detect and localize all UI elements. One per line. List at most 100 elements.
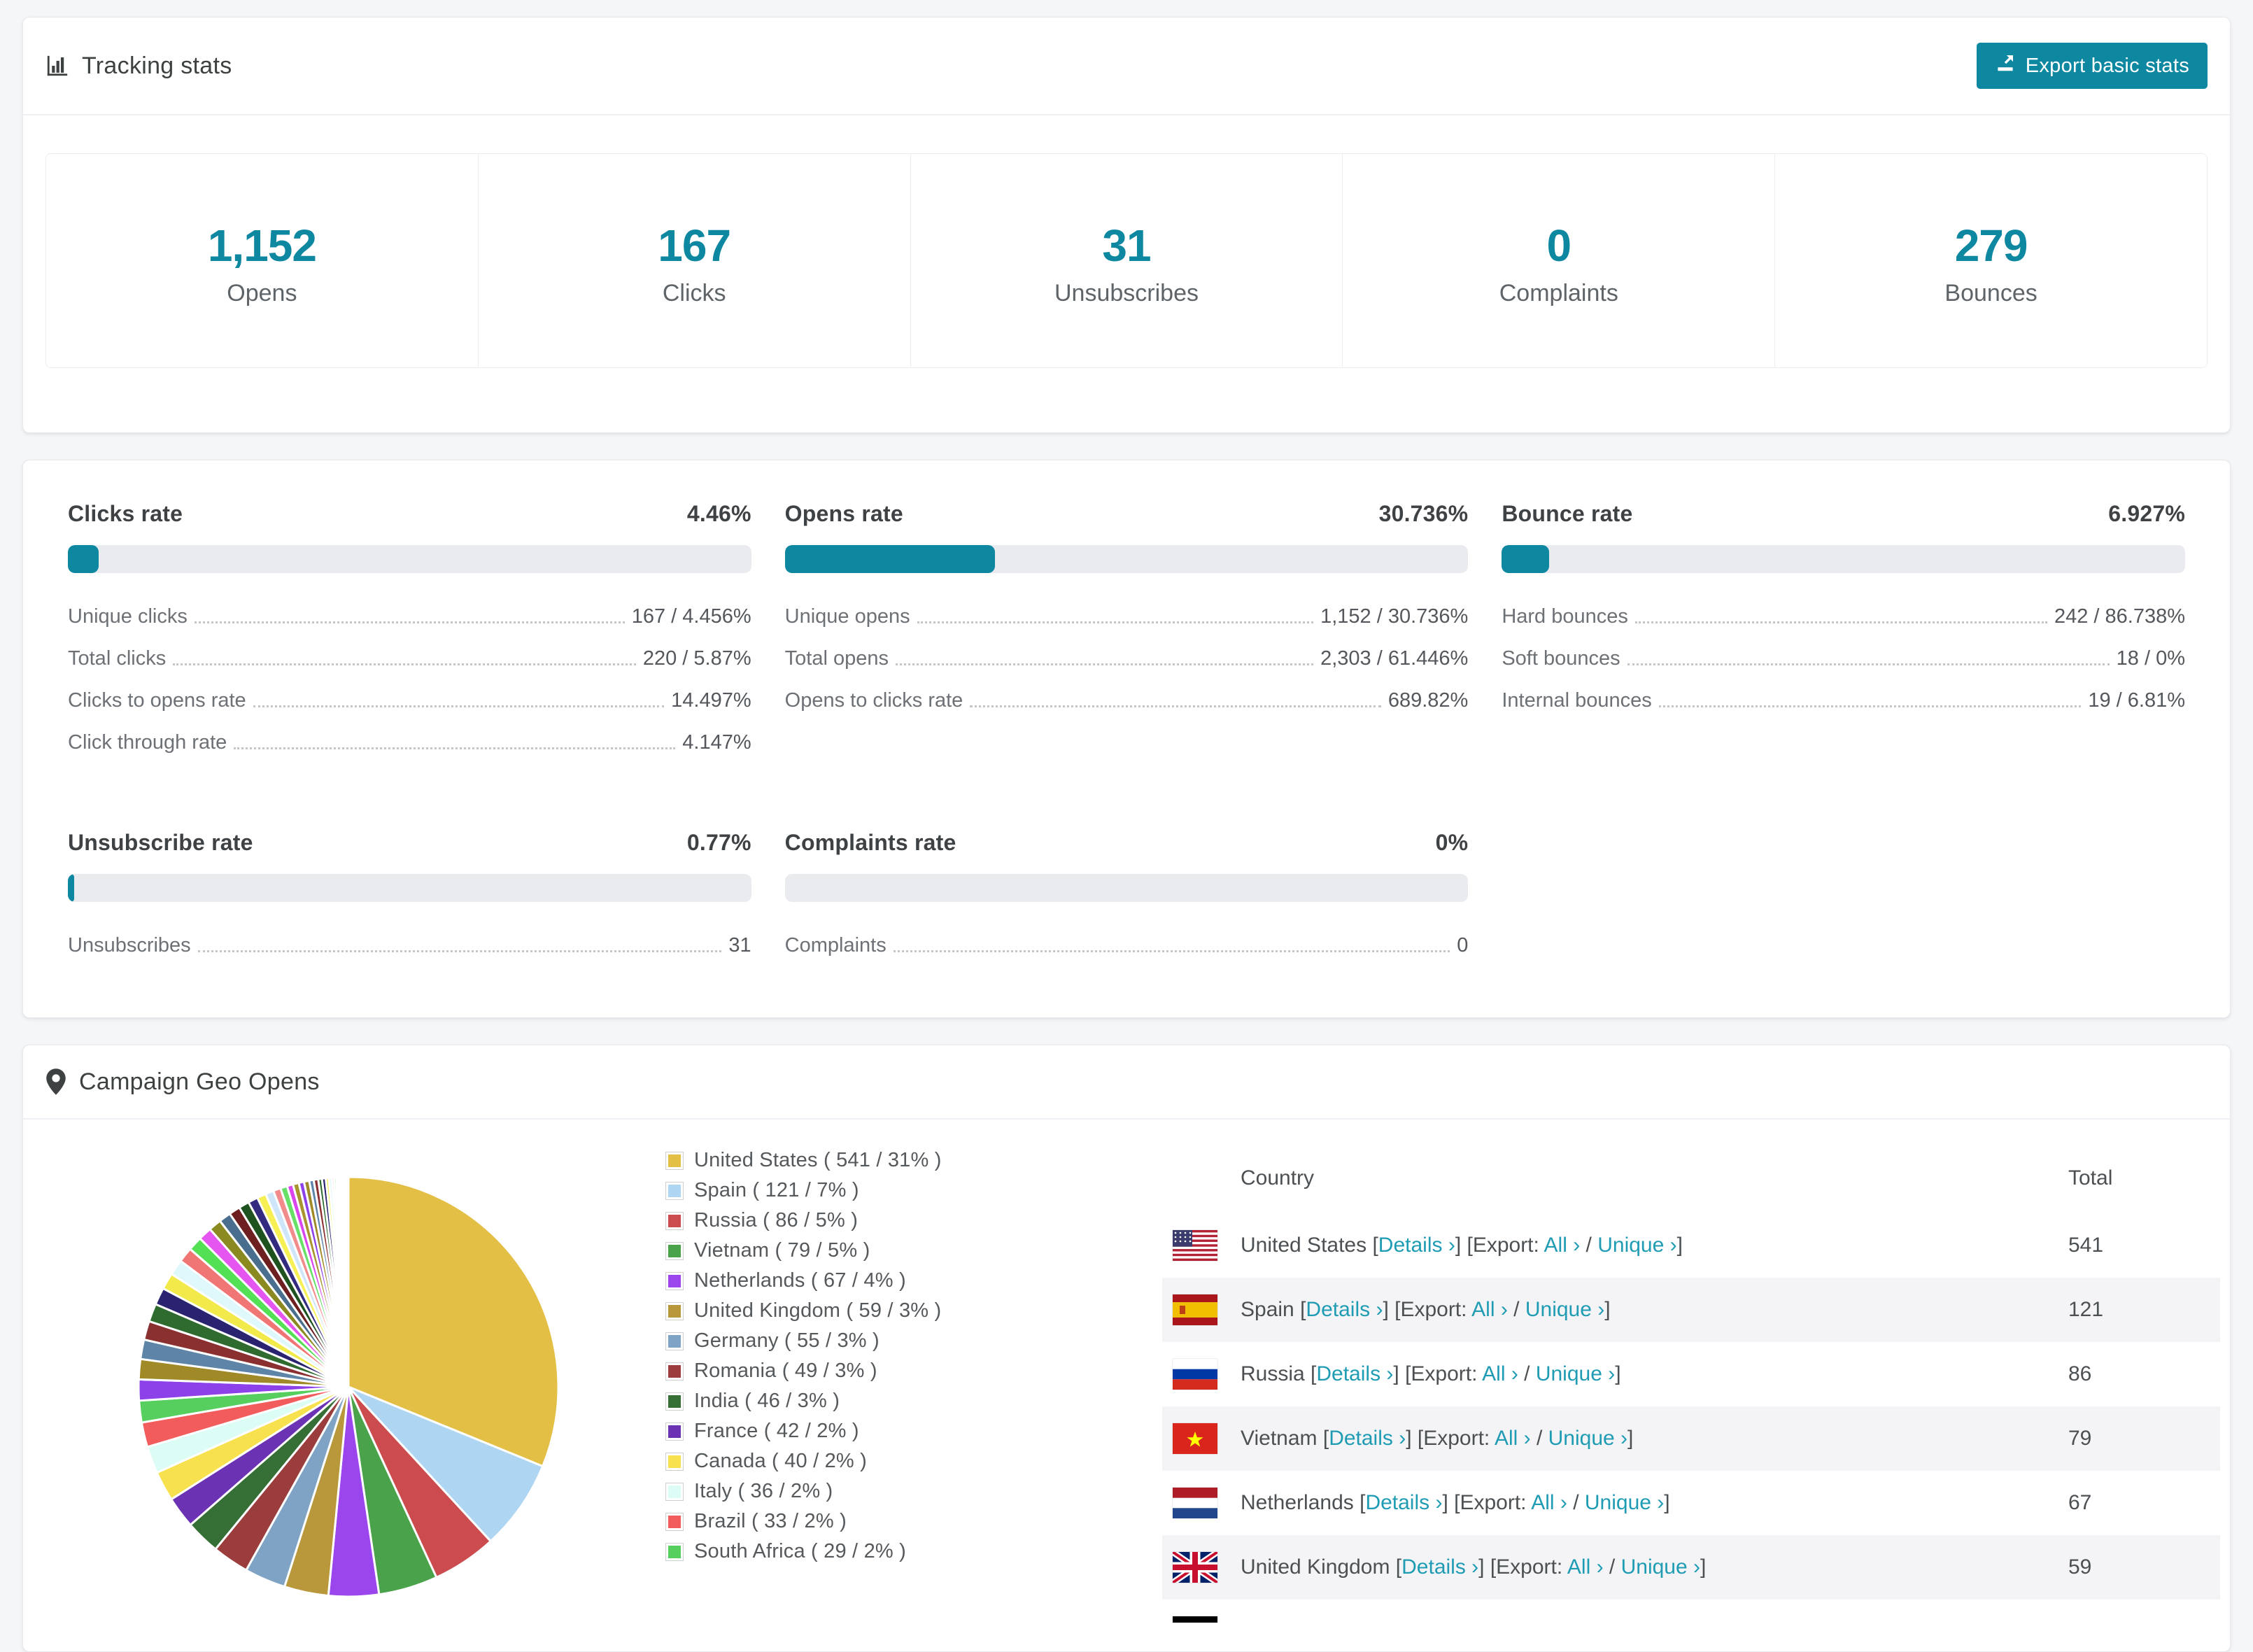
export-all-link[interactable]: All › [1567,1555,1604,1579]
rate-detail-row: Click through rate 4.147% [68,731,751,754]
legend-item[interactable]: Italy ( 36 / 2% ) [665,1476,942,1506]
geo-table-row: Spain [Details ›] [Export: All › / Uniqu… [1162,1278,2220,1342]
progress-bar-fill [68,545,99,573]
rate-detail-value: 18 / 0% [2116,647,2185,670]
legend-color-swatch [665,1181,684,1200]
legend-item[interactable]: United States ( 541 / 31% ) [665,1145,942,1176]
export-basic-stats-button[interactable]: Export basic stats [1976,43,2208,89]
legend-label: Vietnam ( 79 / 5% ) [694,1239,870,1262]
flag-vn-icon [1173,1423,1217,1454]
details-link[interactable]: Details › [1378,1234,1455,1257]
geo-table-row: Germany [Details ›] [Export: All › / Uni… [1162,1600,2220,1623]
legend-label: Canada ( 40 / 2% ) [694,1450,868,1472]
map-pin-icon [45,1068,66,1095]
export-unique-link[interactable]: Unique › [1621,1555,1700,1579]
export-unique-link[interactable]: Unique › [1585,1491,1664,1514]
legend-color-swatch [665,1392,684,1411]
country-name: Germany [1241,1620,1327,1623]
rate-value: 30.736% [1378,501,1469,526]
dotted-leader [1658,705,2082,707]
legend-color-swatch [665,1482,684,1501]
geo-opens-pie-chart[interactable] [125,1163,572,1611]
geo-title-wrap: Campaign Geo Opens [45,1068,320,1096]
country-name: United Kingdom [1241,1555,1390,1579]
legend-item[interactable]: United Kingdom ( 59 / 3% ) [665,1296,942,1326]
dotted-leader [970,705,1381,707]
pie-legend: United States ( 541 / 31% ) Spain ( 121 … [665,1145,942,1567]
rate-detail-label: Clicks to opens rate [68,689,246,712]
legend-item[interactable]: Germany ( 55 / 3% ) [665,1326,942,1356]
export-unique-link[interactable]: Unique › [1597,1234,1676,1257]
rate-detail-row: Total clicks 220 / 5.87% [68,647,751,670]
rate-detail-value: 1,152 / 30.736% [1320,605,1469,628]
rate-value: 6.927% [2108,501,2185,526]
legend-label: Romania ( 49 / 3% ) [694,1360,877,1382]
export-unique-link[interactable]: Unique › [1548,1427,1627,1450]
rate-detail-value: 167 / 4.456% [631,605,751,628]
tracking-stats-body: 1,152 Opens 167 Clicks 31 Unsubscribes 0… [23,115,2230,432]
export-unique-link[interactable]: Unique › [1558,1620,1637,1623]
export-unique-link[interactable]: Unique › [1525,1298,1604,1321]
geo-table-row: United Kingdom [Details ›] [Export: All … [1162,1535,2220,1600]
legend-label: Germany ( 55 / 3% ) [694,1329,880,1352]
geo-title: Campaign Geo Opens [79,1068,320,1095]
stat-label: Clicks [662,280,726,306]
rate-block-4: Complaints rate 0% Complaints 0 [784,830,1469,957]
country-total: 541 [2068,1234,2104,1257]
legend-item[interactable]: Spain ( 121 / 7% ) [665,1176,942,1206]
details-link[interactable]: Details › [1401,1555,1478,1579]
stat-box-unsubscribes: 31 Unsubscribes [910,153,1343,368]
dotted-leader [917,621,1314,623]
flag-es-icon [1173,1294,1217,1325]
legend-item[interactable]: Canada ( 40 / 2% ) [665,1446,942,1476]
rate-block-1: Opens rate 30.736% Unique opens 1,152 / … [784,501,1469,754]
legend-item[interactable]: Romania ( 49 / 3% ) [665,1356,942,1386]
export-unique-link[interactable]: Unique › [1536,1362,1615,1385]
legend-label: Netherlands ( 67 / 4% ) [694,1269,906,1292]
rate-detail-row: Unique clicks 167 / 4.456% [68,605,751,628]
export-all-link[interactable]: All › [1482,1362,1518,1385]
legend-color-swatch [665,1271,684,1290]
export-icon [1995,52,2016,79]
details-link[interactable]: Details › [1339,1620,1415,1623]
details-link[interactable]: Details › [1316,1362,1393,1385]
legend-item[interactable]: Netherlands ( 67 / 4% ) [665,1266,942,1296]
stat-label: Bounces [1944,280,2037,306]
legend-color-swatch [665,1211,684,1230]
details-link[interactable]: Details › [1306,1298,1383,1321]
legend-item[interactable]: Vietnam ( 79 / 5% ) [665,1236,942,1266]
export-all-link[interactable]: All › [1544,1234,1581,1257]
legend-label: Italy ( 36 / 2% ) [694,1480,833,1502]
legend-color-swatch [665,1542,684,1561]
export-all-link[interactable]: All › [1531,1491,1567,1514]
legend-item[interactable]: Brazil ( 33 / 2% ) [665,1506,942,1537]
dotted-leader [1627,663,2110,665]
dotted-leader [197,950,722,952]
export-all-link[interactable]: All › [1471,1298,1508,1321]
progress-bar [68,545,751,573]
rate-detail-label: Unique clicks [68,605,188,628]
legend-item[interactable]: South Africa ( 29 / 2% ) [665,1537,942,1567]
country-name: United States [1241,1234,1367,1257]
export-all-link[interactable]: All › [1504,1620,1541,1623]
tracking-stats-card: Tracking stats Export basic stats 1,152 … [22,17,2231,433]
legend-item[interactable]: Russia ( 86 / 5% ) [665,1206,942,1236]
rate-block-2: Bounce rate 6.927% Hard bounces 242 / 86… [1502,501,2185,754]
geo-table-row: Russia [Details ›] [Export: All › / Uniq… [1162,1342,2220,1406]
rate-detail-label: Internal bounces [1502,689,1652,712]
progress-bar [68,874,751,902]
country-total: 67 [2068,1491,2092,1514]
rate-detail-row: Complaints 0 [785,934,1469,957]
geo-table: Country Total United States [Details ›] … [1162,1143,2220,1623]
export-all-link[interactable]: All › [1495,1427,1531,1450]
details-link[interactable]: Details › [1365,1491,1442,1514]
column-header-country: Country [1241,1166,1315,1189]
rate-detail-label: Opens to clicks rate [784,689,963,712]
flag-nl-icon [1173,1488,1217,1518]
legend-item[interactable]: France ( 42 / 2% ) [665,1416,942,1446]
legend-item[interactable]: India ( 46 / 3% ) [665,1386,942,1416]
stat-value: 1,152 [207,220,317,271]
rate-detail-value: 14.497% [671,689,751,712]
details-link[interactable]: Details › [1329,1427,1406,1450]
stat-label: Opens [227,280,297,306]
